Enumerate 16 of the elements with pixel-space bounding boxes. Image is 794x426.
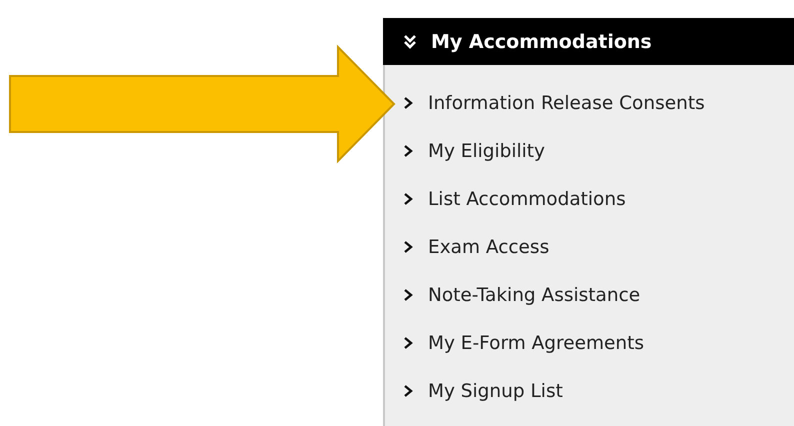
- menu-link[interactable]: Information Release Consents: [385, 79, 794, 127]
- double-chevron-down-icon: [403, 34, 417, 50]
- chevron-right-icon: [403, 96, 414, 110]
- menu-link[interactable]: My Eligibility: [385, 127, 794, 175]
- chevron-right-icon: [403, 384, 414, 398]
- menu-link[interactable]: Exam Access: [385, 223, 794, 271]
- chevron-right-icon: [403, 336, 414, 350]
- chevron-right-icon: [403, 288, 414, 302]
- chevron-right-icon: [403, 240, 414, 254]
- menu-link[interactable]: My Signup List: [385, 367, 794, 415]
- menu-link[interactable]: List Accommodations: [385, 175, 794, 223]
- chevron-right-icon: [403, 144, 414, 158]
- menu-header[interactable]: My Accommodations: [383, 18, 794, 65]
- menu-link[interactable]: My E-Form Agreements: [385, 319, 794, 367]
- chevron-right-icon: [403, 192, 414, 206]
- menu-link[interactable]: Note-Taking Assistance: [385, 271, 794, 319]
